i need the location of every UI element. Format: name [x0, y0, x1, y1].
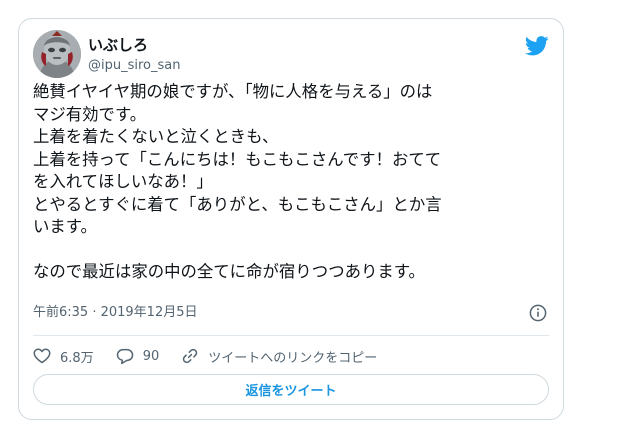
action-bar: 6.8万 90 ツイートへのリンクをコピー: [33, 346, 399, 366]
link-icon: [183, 348, 198, 364]
copy-link-label: ツイートへのリンクをコピー: [208, 350, 378, 366]
tweet-timestamp[interactable]: 午前6:35 · 2019年12月5日: [33, 305, 198, 321]
heart-icon: [33, 348, 51, 364]
tweet-text: 絶賛イヤイヤ期の娘ですが、「物に人格を与える」のは マジ有効です。 上着を着たく…: [33, 82, 442, 281]
reply-button[interactable]: 返信をツイート: [33, 374, 549, 405]
like-button[interactable]: 6.8万: [33, 347, 94, 366]
tweet-card[interactable]: いぶしろ @ipu_siro_san 絶賛イヤイヤ期の娘ですが、「物に人格を与え…: [18, 18, 564, 420]
user-name[interactable]: いぶしろ: [88, 36, 148, 54]
avatar-image: [33, 30, 81, 78]
like-count: 6.8万: [60, 350, 94, 366]
divider: [33, 335, 549, 336]
speech-bubble-icon: [116, 348, 133, 365]
reply-count-button[interactable]: 90: [116, 347, 160, 365]
reply-count: 90: [142, 348, 160, 364]
info-icon[interactable]: [529, 304, 547, 322]
copy-link-button[interactable]: ツイートへのリンクをコピー: [181, 347, 377, 366]
user-handle[interactable]: @ipu_siro_san: [88, 58, 180, 74]
avatar[interactable]: [33, 30, 81, 78]
twitter-bird-icon[interactable]: [525, 36, 549, 56]
